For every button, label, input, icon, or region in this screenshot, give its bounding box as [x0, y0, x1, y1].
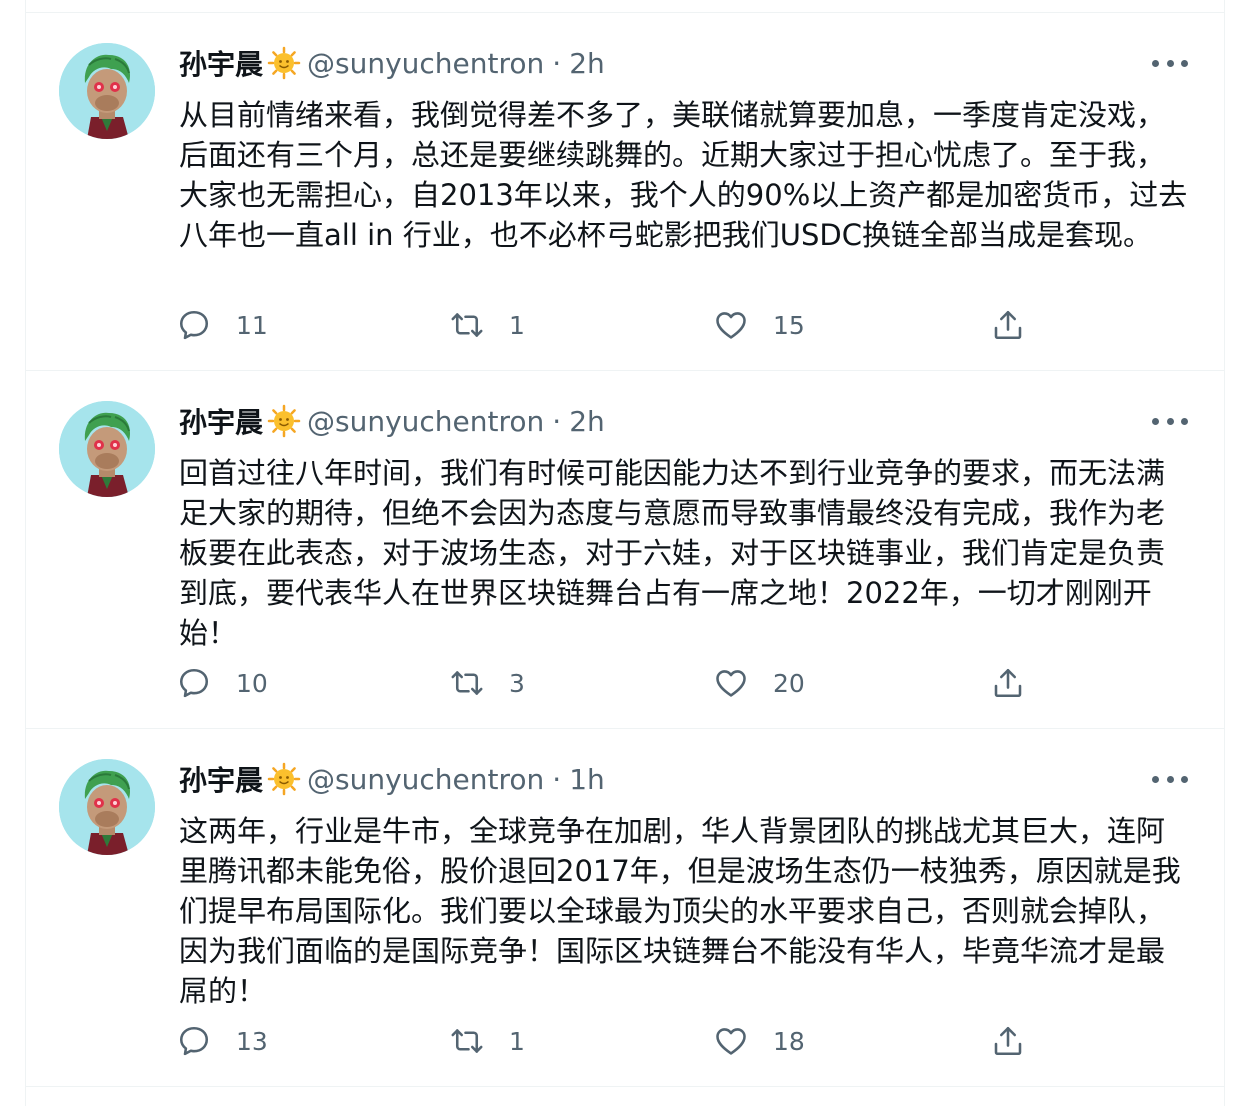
tweet-header: 孙宇晨: [179, 401, 605, 441]
retweet-button[interactable]: 3: [449, 663, 525, 703]
like-button[interactable]: 15: [713, 305, 805, 345]
share-icon: [994, 310, 1022, 340]
tweet-text: 回首过往八年时间，我们有时候可能因能力达不到行业竞争的要求，而无法满足大家的期待…: [179, 456, 1166, 650]
more-options-button[interactable]: [1152, 411, 1188, 431]
reply-icon: [179, 1026, 209, 1056]
feed-top-divider: [26, 0, 1224, 13]
tweet-header: 孙宇晨: [179, 43, 605, 83]
tweet-actions: 13 1 18: [176, 1021, 1036, 1061]
author-handle[interactable]: @sunyuchentron: [307, 405, 544, 438]
tweet-text: 这两年，行业是牛市，全球竞争在加剧，华人背景团队的挑战尤其巨大，连阿里腾讯都未能…: [179, 814, 1181, 1008]
retweet-button[interactable]: 1: [449, 1021, 525, 1061]
share-icon: [994, 1026, 1022, 1056]
reply-count: 11: [236, 310, 268, 340]
more-options-button[interactable]: [1152, 769, 1188, 789]
more-dot: [1152, 775, 1159, 783]
heart-icon: [716, 1028, 746, 1055]
share-icon: [994, 668, 1022, 698]
tweet[interactable]: 孙宇晨: [26, 729, 1224, 1087]
avatar[interactable]: [59, 759, 155, 855]
reply-count: 13: [236, 1026, 268, 1056]
retweet-button[interactable]: 1: [449, 305, 525, 345]
more-dot: [1181, 59, 1188, 67]
author-name[interactable]: 孙宇晨: [179, 43, 263, 83]
author-name[interactable]: 孙宇晨: [179, 759, 263, 799]
sun-icon: [267, 46, 301, 80]
more-dot: [1166, 417, 1174, 425]
more-dot: [1152, 59, 1159, 67]
more-dot: [1152, 417, 1159, 425]
share-button[interactable]: [990, 305, 1026, 345]
reply-button[interactable]: 10: [176, 663, 268, 703]
like-count: 15: [773, 310, 805, 340]
tweet-feed: 孙宇晨 @sunyuchentron · 2h 从目前情绪来看，我倒觉得差不多了…: [25, 0, 1225, 1106]
retweet-icon: [451, 1029, 483, 1053]
more-dot: [1166, 775, 1174, 783]
like-count: 18: [773, 1026, 805, 1056]
reply-button[interactable]: 13: [176, 1021, 268, 1061]
tweet-text: 从目前情绪来看，我倒觉得差不多了，美联储就算要加息，一季度肯定没戏，后面还有三个…: [179, 98, 1188, 252]
heart-icon: [716, 312, 746, 339]
tweet-actions: 11 1 15: [176, 305, 1036, 345]
tweet-header: 孙宇晨: [179, 759, 605, 799]
sun-icon: [267, 762, 301, 796]
avatar[interactable]: [59, 43, 155, 139]
share-button[interactable]: [990, 663, 1026, 703]
tweet[interactable]: 孙宇晨: [26, 13, 1224, 371]
retweet-icon: [451, 671, 483, 695]
sun-icon: [267, 404, 301, 438]
tweet-timestamp[interactable]: 2h: [569, 47, 605, 80]
author-handle[interactable]: @sunyuchentron: [307, 763, 544, 796]
more-dot: [1181, 417, 1188, 425]
retweet-count: 1: [509, 1026, 525, 1056]
retweet-icon: [451, 313, 483, 337]
separator-dot: ·: [552, 404, 562, 438]
tweet-timestamp[interactable]: 2h: [569, 405, 605, 438]
heart-icon: [716, 670, 746, 697]
more-dot: [1166, 59, 1174, 67]
tweet-actions: 10 3 20: [176, 663, 1036, 703]
retweet-count: 3: [509, 668, 525, 698]
reply-icon: [179, 668, 209, 698]
share-button[interactable]: [990, 1021, 1026, 1061]
reply-button[interactable]: 11: [176, 305, 268, 345]
reply-icon: [179, 310, 209, 340]
author-name[interactable]: 孙宇晨: [179, 401, 263, 441]
tweet[interactable]: 孙宇晨: [26, 371, 1224, 729]
avatar[interactable]: [59, 401, 155, 497]
retweet-count: 1: [509, 310, 525, 340]
more-options-button[interactable]: [1152, 53, 1188, 73]
like-button[interactable]: 20: [713, 663, 805, 703]
separator-dot: ·: [552, 762, 562, 796]
like-count: 20: [773, 668, 805, 698]
reply-count: 10: [236, 668, 268, 698]
tweet-timestamp[interactable]: 1h: [569, 763, 605, 796]
like-button[interactable]: 18: [713, 1021, 805, 1061]
separator-dot: ·: [552, 46, 562, 80]
more-dot: [1181, 775, 1188, 783]
author-handle[interactable]: @sunyuchentron: [307, 47, 544, 80]
